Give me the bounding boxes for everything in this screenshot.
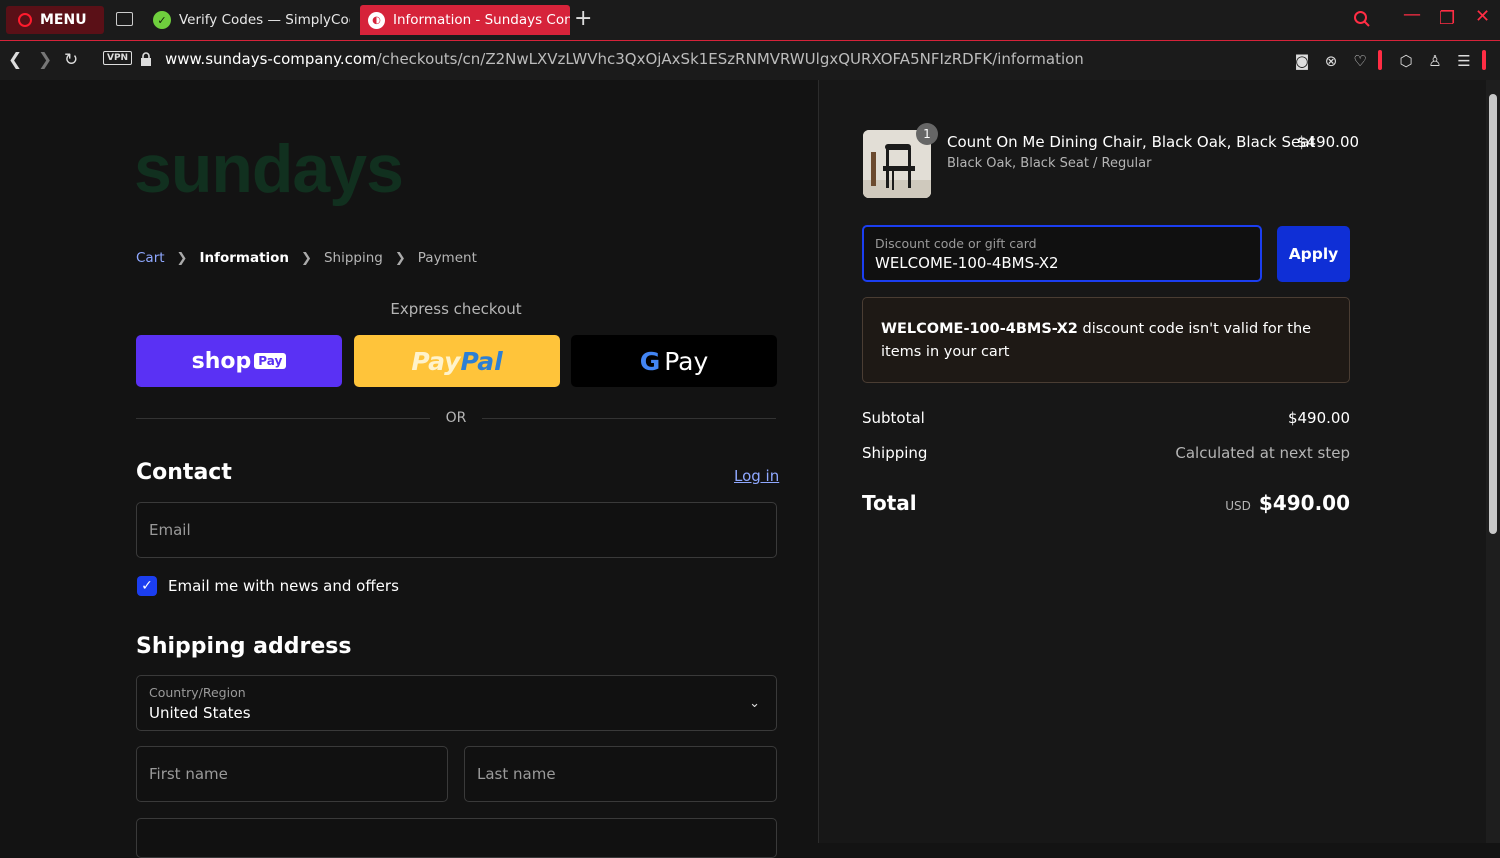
discount-error-message: WELCOME-100-4BMS-X2 discount code isn't …	[862, 297, 1350, 383]
opera-logo-icon	[18, 13, 32, 27]
discount-code-input[interactable]: Discount code or gift card WELCOME-100-4…	[862, 225, 1262, 282]
paypal-wordmark-a: Pay	[411, 346, 461, 376]
divider-left	[136, 418, 430, 419]
browser-tab-bar: MENU ✓ Verify Codes — SimplyCodes ◐ Info…	[0, 0, 1500, 40]
breadcrumb: Cart ❯ Information ❯ Shipping ❯ Payment	[136, 250, 477, 266]
shop-wordmark: shop	[191, 348, 252, 374]
news-checkbox-label[interactable]: Email me with news and offers	[168, 577, 399, 595]
chevron-right-icon: ❯	[176, 250, 188, 266]
shipping-label: Shipping	[862, 444, 928, 462]
subtotal-row: Subtotal $490.00	[862, 409, 1350, 427]
tab-title: Verify Codes — SimplyCodes	[179, 12, 350, 28]
product-price: $490.00	[1297, 133, 1360, 151]
heart-icon[interactable]: ♡	[1351, 52, 1369, 70]
breadcrumb-cart[interactable]: Cart	[136, 250, 165, 266]
chevron-down-icon: ⌄	[749, 696, 760, 711]
google-g-icon: G	[639, 346, 661, 376]
apply-button[interactable]: Apply	[1277, 226, 1350, 282]
url-domain: www.sundays-company.com	[165, 50, 377, 68]
url-field[interactable]: www.sundays-company.com/checkouts/cn/Z2N…	[165, 50, 1084, 68]
reload-icon[interactable]: ↻	[64, 50, 78, 70]
address-bar: ❮ ❯ ↻ VPN www.sundays-company.com/checko…	[0, 41, 1500, 80]
first-name-field[interactable]: First name	[136, 746, 448, 802]
back-icon[interactable]: ❮	[8, 50, 22, 70]
new-tab-icon[interactable]: +	[574, 8, 592, 30]
divider-right	[482, 418, 776, 419]
menu-label: MENU	[40, 12, 87, 28]
close-icon[interactable]: ✕	[1475, 6, 1490, 27]
scrollbar-thumb[interactable]	[1489, 94, 1497, 534]
google-pay-button[interactable]: G Pay	[571, 335, 777, 387]
log-in-link[interactable]: Log in	[734, 467, 779, 485]
sidebar-toggle[interactable]	[1482, 50, 1486, 70]
checkout-main: sundays Cart ❯ Information ❯ Shipping ❯ …	[0, 80, 818, 858]
shipping-address-heading: Shipping address	[136, 634, 352, 659]
opera-menu-button[interactable]: MENU	[6, 6, 104, 34]
camera-icon[interactable]: ◙	[1293, 52, 1311, 70]
order-summary: 1 Count On Me Dining Chair, Black Oak, B…	[818, 80, 1486, 843]
discount-value: WELCOME-100-4BMS-X2	[875, 254, 1059, 272]
extensions-cube-icon[interactable]: ⬡	[1397, 52, 1415, 70]
adblock-icon[interactable]: ⊗	[1322, 52, 1340, 70]
sidebar-separator	[1378, 50, 1382, 70]
news-checkbox[interactable]: ✓	[137, 576, 157, 596]
or-separator: OR	[445, 410, 467, 426]
shipping-row: Shipping Calculated at next step	[862, 444, 1350, 462]
chevron-right-icon: ❯	[394, 250, 406, 266]
restore-icon[interactable]: ❐	[1439, 8, 1455, 29]
country-label: Country/Region	[149, 685, 246, 700]
forward-icon[interactable]: ❯	[38, 50, 52, 70]
breadcrumb-payment: Payment	[417, 250, 477, 266]
subtotal-label: Subtotal	[862, 409, 925, 427]
gpay-label: Pay	[664, 346, 709, 376]
last-name-field[interactable]: Last name	[464, 746, 777, 802]
profile-icon[interactable]: ♙	[1426, 52, 1444, 70]
vpn-badge-icon[interactable]: VPN	[103, 51, 133, 65]
breadcrumb-information: Information	[199, 250, 290, 266]
paypal-wordmark-b: Pal	[460, 346, 503, 376]
total-row: Total USD $490.00	[862, 491, 1350, 515]
contact-heading: Contact	[136, 460, 232, 485]
email-field[interactable]: Email	[136, 502, 777, 558]
country-value: United States	[149, 704, 251, 722]
tab-sundays-information[interactable]: ◐ Information - Sundays Company	[360, 5, 570, 35]
total-value: $490.00	[1258, 491, 1350, 515]
address-field[interactable]	[136, 818, 777, 858]
error-code: WELCOME-100-4BMS-X2	[881, 321, 1078, 337]
tab-verify-codes[interactable]: ✓ Verify Codes — SimplyCodes	[145, 5, 350, 35]
product-variant: Black Oak, Black Seat / Regular	[947, 156, 1152, 171]
product-name: Count On Me Dining Chair, Black Oak, Bla…	[947, 133, 1316, 151]
minimize-icon[interactable]: —	[1403, 4, 1421, 25]
paypal-button[interactable]: Pay Pal	[354, 335, 560, 387]
easy-setup-icon[interactable]: ☰	[1455, 52, 1473, 70]
discount-label: Discount code or gift card	[875, 236, 1037, 251]
page-scrollbar[interactable]	[1486, 80, 1500, 843]
store-logo[interactable]: sundays	[134, 130, 404, 208]
express-checkout-heading: Express checkout	[390, 300, 522, 318]
sundays-favicon-icon: ◐	[368, 11, 385, 29]
shop-pay-badge: Pay	[254, 353, 287, 369]
url-path: /checkouts/cn/Z2NwLXVzLWVhc3QxOjAxSk1ESz…	[376, 50, 1084, 68]
quantity-badge: 1	[916, 123, 938, 145]
tab-snap-icon[interactable]	[116, 12, 133, 26]
lock-icon[interactable]	[140, 52, 152, 66]
first-name-placeholder: First name	[149, 765, 228, 783]
breadcrumb-shipping: Shipping	[323, 250, 383, 266]
total-label: Total	[862, 491, 917, 515]
tab-title: Information - Sundays Company	[393, 12, 570, 28]
simplycodes-favicon-icon: ✓	[153, 11, 171, 29]
shop-pay-button[interactable]: shop Pay	[136, 335, 342, 387]
email-placeholder: Email	[149, 521, 191, 539]
shipping-value: Calculated at next step	[1175, 444, 1350, 462]
chevron-right-icon: ❯	[301, 250, 312, 266]
country-select[interactable]: Country/Region United States ⌄	[136, 675, 777, 731]
search-icon[interactable]	[1353, 10, 1371, 33]
last-name-placeholder: Last name	[477, 765, 556, 783]
currency-code: USD	[1225, 499, 1251, 513]
subtotal-value: $490.00	[1287, 409, 1350, 427]
